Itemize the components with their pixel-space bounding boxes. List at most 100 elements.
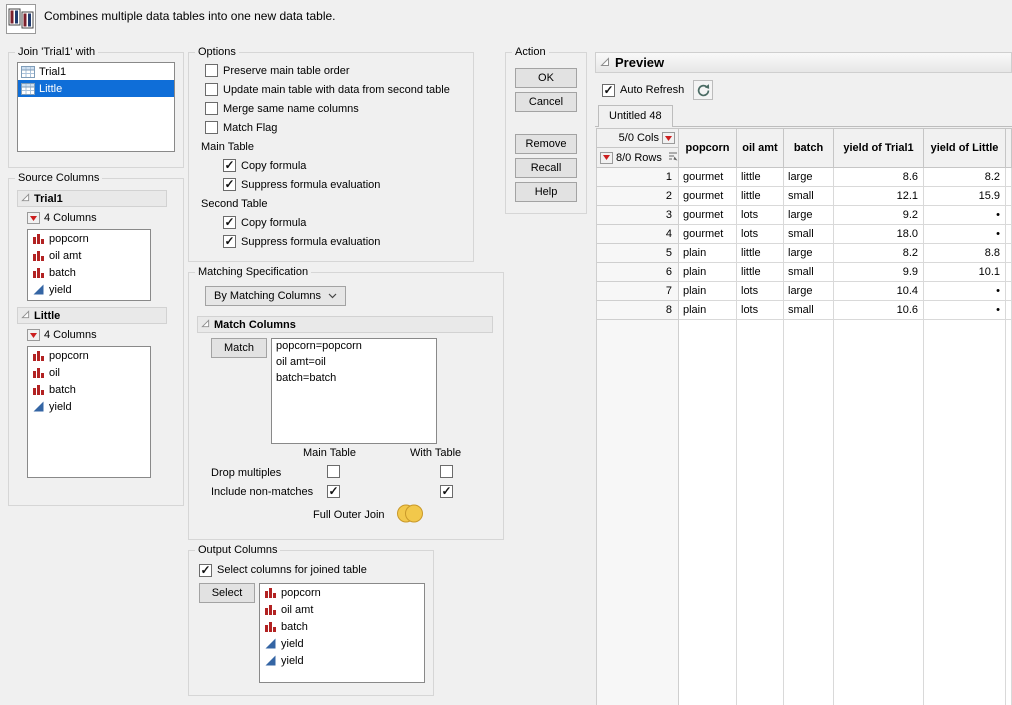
select-button[interactable]: Select [199, 583, 255, 603]
output-column-item-yield[interactable]: yield [260, 652, 424, 669]
cell[interactable]: large [784, 206, 834, 225]
column-item-yield[interactable]: yield [28, 281, 150, 298]
column-header-batch[interactable]: batch [784, 129, 834, 168]
tab-untitled-48[interactable]: Untitled 48 [598, 105, 673, 127]
checkbox-preserve-main-table-order[interactable] [205, 64, 218, 77]
match-columns-header[interactable]: Match Columns [197, 316, 493, 333]
venn-full-outer-icon[interactable] [395, 503, 425, 527]
column-header-yield-of-trial1[interactable]: yield of Trial1 [834, 129, 924, 168]
ok-button[interactable]: OK [515, 68, 577, 88]
output-columns-list[interactable]: popcornoil amtbatchyieldyield [259, 583, 425, 683]
column-header-yield-of-little[interactable]: yield of Little [924, 129, 1006, 168]
source-columns-list-trial1[interactable]: popcornoil amtbatchyield [27, 229, 151, 301]
source-group-header-little[interactable]: Little [17, 307, 167, 324]
match-pair[interactable]: popcorn=popcorn [272, 339, 436, 355]
preview-header[interactable]: Preview [595, 52, 1012, 73]
disclosure-icon[interactable] [21, 193, 30, 205]
checkbox-main-drop-multiples[interactable] [327, 465, 340, 478]
cell[interactable]: little [737, 168, 784, 187]
red-menu-triangle-icon[interactable] [662, 132, 675, 144]
row-number[interactable]: 7 [597, 282, 679, 301]
disclosure-icon[interactable] [201, 319, 210, 331]
cell[interactable]: plain [679, 244, 737, 263]
cell[interactable]: 8.2 [924, 168, 1006, 187]
join-table-item-trial1[interactable]: Trial1 [18, 63, 174, 80]
source-columns-list-little[interactable]: popcornoilbatchyield [27, 346, 151, 478]
row-number[interactable]: 3 [597, 206, 679, 225]
cell[interactable]: 8.8 [924, 244, 1006, 263]
checkbox-update-main-table-with-data-from-second-table[interactable] [205, 83, 218, 96]
cell[interactable]: small [784, 187, 834, 206]
output-column-item-yield[interactable]: yield [260, 635, 424, 652]
output-column-item-oil-amt[interactable]: oil amt [260, 601, 424, 618]
cell[interactable]: lots [737, 225, 784, 244]
column-header-popcorn[interactable]: popcorn [679, 129, 737, 168]
cell[interactable]: lots [737, 206, 784, 225]
remove-button[interactable]: Remove [515, 134, 577, 154]
column-item-batch[interactable]: batch [28, 264, 150, 281]
column-item-popcorn[interactable]: popcorn [28, 347, 150, 364]
row-number[interactable]: 2 [597, 187, 679, 206]
cell[interactable]: gourmet [679, 187, 737, 206]
match-method-dropdown[interactable]: By Matching Columns [205, 286, 346, 306]
column-header-oil-amt[interactable]: oil amt [737, 129, 784, 168]
checkbox-match-flag[interactable] [205, 121, 218, 134]
match-columns-list[interactable]: popcorn=popcornoil amt=oilbatch=batch [271, 338, 437, 444]
source-group-header-trial1[interactable]: Trial1 [17, 190, 167, 207]
cell[interactable]: lots [737, 282, 784, 301]
cell[interactable]: • [924, 282, 1006, 301]
cell[interactable]: small [784, 225, 834, 244]
refresh-icon[interactable] [693, 80, 713, 100]
red-menu-triangle-icon[interactable] [27, 329, 40, 341]
cell[interactable]: gourmet [679, 206, 737, 225]
row-selector-icon[interactable] [668, 151, 678, 164]
select-columns-checkbox[interactable] [199, 564, 212, 577]
help-button[interactable]: Help [515, 182, 577, 202]
checkbox-with-include-non-matches[interactable] [440, 485, 453, 498]
column-item-batch[interactable]: batch [28, 381, 150, 398]
cell[interactable]: plain [679, 301, 737, 320]
row-number[interactable]: 6 [597, 263, 679, 282]
auto-refresh-checkbox[interactable] [602, 84, 615, 97]
checkbox-copy-formula[interactable] [223, 216, 236, 229]
cell[interactable]: 8.2 [834, 244, 924, 263]
row-number[interactable]: 5 [597, 244, 679, 263]
column-item-yield[interactable]: yield [28, 398, 150, 415]
cell[interactable]: 15.9 [924, 187, 1006, 206]
checkbox-suppress-formula-evaluation[interactable] [223, 178, 236, 191]
red-menu-triangle-icon[interactable] [27, 212, 40, 224]
checkbox-suppress-formula-evaluation[interactable] [223, 235, 236, 248]
cell[interactable]: 18.0 [834, 225, 924, 244]
cell[interactable]: • [924, 225, 1006, 244]
cell[interactable]: small [784, 301, 834, 320]
column-item-popcorn[interactable]: popcorn [28, 230, 150, 247]
recall-button[interactable]: Recall [515, 158, 577, 178]
red-menu-triangle-icon[interactable] [600, 152, 613, 164]
column-item-oil-amt[interactable]: oil amt [28, 247, 150, 264]
cell[interactable]: 10.1 [924, 263, 1006, 282]
cell[interactable]: large [784, 244, 834, 263]
output-column-item-batch[interactable]: batch [260, 618, 424, 635]
cell[interactable]: small [784, 263, 834, 282]
row-number[interactable]: 8 [597, 301, 679, 320]
match-pair[interactable]: batch=batch [272, 371, 436, 387]
checkbox-with-drop-multiples[interactable] [440, 465, 453, 478]
cell[interactable]: large [784, 168, 834, 187]
cancel-button[interactable]: Cancel [515, 92, 577, 112]
cell[interactable]: 10.4 [834, 282, 924, 301]
disclosure-icon[interactable] [600, 55, 610, 70]
cell[interactable]: gourmet [679, 168, 737, 187]
cell[interactable]: • [924, 301, 1006, 320]
cell[interactable]: large [784, 282, 834, 301]
row-number[interactable]: 4 [597, 225, 679, 244]
checkbox-main-include-non-matches[interactable] [327, 485, 340, 498]
cell[interactable]: plain [679, 263, 737, 282]
cell[interactable]: little [737, 244, 784, 263]
checkbox-merge-same-name-columns[interactable] [205, 102, 218, 115]
join-table-item-little[interactable]: Little [18, 80, 174, 97]
cell[interactable]: gourmet [679, 225, 737, 244]
cell[interactable]: 12.1 [834, 187, 924, 206]
checkbox-copy-formula[interactable] [223, 159, 236, 172]
output-column-item-popcorn[interactable]: popcorn [260, 584, 424, 601]
match-button[interactable]: Match [211, 338, 267, 358]
